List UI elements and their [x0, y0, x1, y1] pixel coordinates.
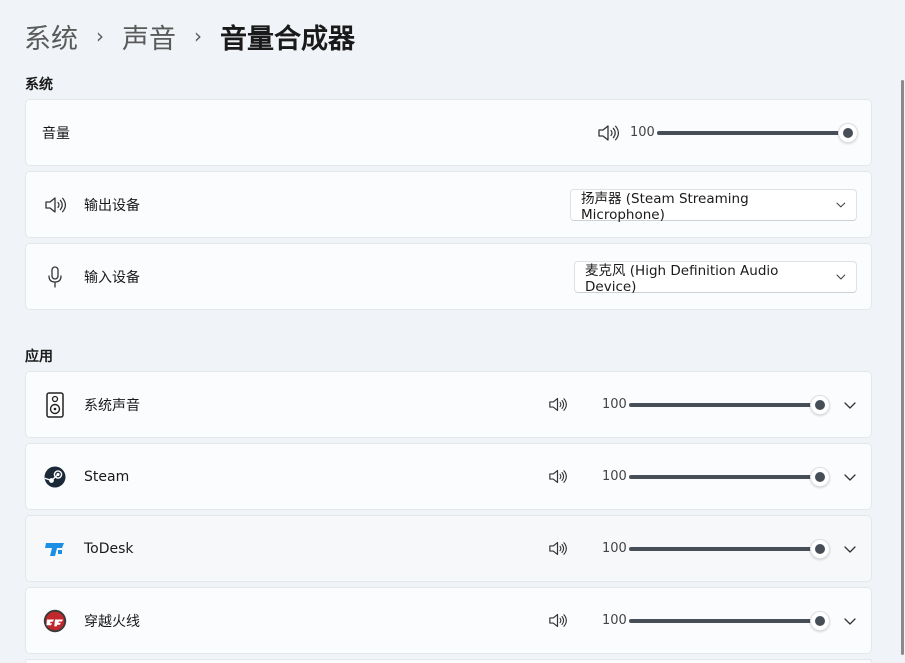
- app-row-crossfire: 穿越火线 100: [25, 587, 872, 654]
- section-title-apps: 应用: [25, 349, 53, 365]
- todesk-icon: [43, 537, 67, 561]
- breadcrumb: 系统 › 声音 › 音量合成器: [24, 14, 355, 58]
- app-row-system-sounds: 系统声音 100: [25, 371, 872, 438]
- app-volume-thumb[interactable]: [810, 538, 830, 559]
- chevron-right-icon: ›: [194, 24, 202, 48]
- breadcrumb-sound[interactable]: 声音: [122, 17, 176, 56]
- scrollbar[interactable]: [899, 0, 905, 661]
- master-volume-label: 音量: [42, 125, 70, 142]
- input-device-card: 输入设备 麦克风 (High Definition Audio Device): [25, 243, 872, 310]
- speaker-volume-icon[interactable]: [597, 122, 619, 144]
- speaker-volume-icon[interactable]: [547, 611, 567, 631]
- app-volume-value: 100: [602, 469, 627, 484]
- app-name: 系统声音: [84, 397, 140, 414]
- app-name: 穿越火线: [84, 613, 140, 630]
- app-volume-value: 100: [602, 541, 627, 556]
- master-volume-thumb[interactable]: [838, 122, 858, 143]
- speaker-device-icon: [43, 391, 67, 419]
- app-volume-thumb[interactable]: [810, 394, 830, 415]
- breadcrumb-system[interactable]: 系统: [24, 17, 78, 56]
- app-row-partial: [25, 659, 872, 663]
- page-title: 音量合成器: [220, 23, 355, 55]
- app-name: ToDesk: [84, 540, 134, 557]
- chevron-down-icon: [836, 202, 846, 207]
- app-volume-slider[interactable]: [629, 474, 814, 479]
- app-volume-thumb[interactable]: [810, 466, 830, 487]
- app-name: Steam: [84, 468, 130, 485]
- chevron-down-icon[interactable]: [842, 469, 858, 485]
- app-row-todesk: ToDesk 100: [25, 515, 872, 582]
- speaker-volume-icon[interactable]: [547, 467, 567, 487]
- input-device-dropdown[interactable]: 麦克风 (High Definition Audio Device): [574, 260, 857, 295]
- master-volume-card: 音量 100: [25, 99, 872, 166]
- speaker-volume-icon[interactable]: [547, 539, 567, 559]
- input-device-selected: 麦克风 (High Definition Audio Device): [585, 262, 779, 295]
- app-volume-value: 100: [602, 397, 627, 412]
- app-row-steam: Steam 100: [25, 443, 872, 510]
- microphone-icon: [45, 265, 65, 289]
- speaker-output-icon: [43, 194, 67, 216]
- app-volume-slider[interactable]: [629, 402, 814, 407]
- master-volume-slider[interactable]: [657, 130, 842, 135]
- chevron-down-icon[interactable]: [842, 541, 858, 557]
- app-volume-slider[interactable]: [629, 546, 814, 551]
- chevron-down-icon[interactable]: [842, 397, 858, 413]
- steam-icon: [43, 465, 67, 489]
- chevron-right-icon: ›: [96, 24, 104, 48]
- input-device-label: 输入设备: [84, 269, 140, 286]
- chevron-down-icon[interactable]: [842, 613, 858, 629]
- scrollbar-thumb[interactable]: [901, 80, 904, 655]
- speaker-volume-icon[interactable]: [547, 395, 567, 415]
- output-device-label: 输出设备: [84, 197, 140, 214]
- output-device-card: 输出设备 扬声器 (Steam Streaming Microphone): [25, 171, 872, 238]
- app-volume-value: 100: [602, 613, 627, 628]
- output-device-selected: 扬声器 (Steam Streaming Microphone): [581, 190, 749, 223]
- chevron-down-icon: [836, 274, 846, 279]
- crossfire-icon: [42, 608, 68, 634]
- output-device-dropdown[interactable]: 扬声器 (Steam Streaming Microphone): [570, 188, 857, 223]
- section-title-system: 系统: [25, 77, 53, 93]
- app-volume-slider[interactable]: [629, 618, 814, 623]
- app-volume-thumb[interactable]: [810, 610, 830, 631]
- master-volume-value: 100: [630, 125, 655, 140]
